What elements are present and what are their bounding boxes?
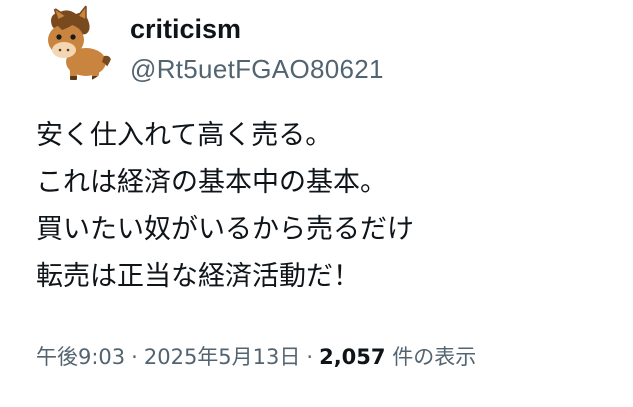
views-label: 件の表示 — [392, 345, 477, 369]
tweet-card: criticism @Rt5uetFGAO80621 安く仕入れて高く売る。 こ… — [0, 0, 633, 407]
tweet-meta: 午後9:03 · 2025年5月13日 · 2,057 件の表示 — [36, 340, 476, 374]
tweet-text: 安く仕入れて高く売る。 これは経済の基本中の基本。 買いたい奴がいるから売るだけ… — [36, 112, 616, 300]
tweet-header: criticism @Rt5uetFGAO80621 — [34, 4, 384, 86]
author-handle[interactable]: @Rt5uetFGAO80621 — [130, 52, 384, 86]
tweet-text-line: 買いたい奴がいるから売るだけ — [36, 214, 414, 245]
horse-avatar-icon — [48, 4, 112, 80]
views-count: 2,057 — [319, 345, 386, 369]
tweet-date[interactable]: 2025年5月13日 — [144, 345, 301, 369]
tweet-text-line: 転売は正当な経済活動だ！ — [36, 261, 360, 292]
tweet-time[interactable]: 午後9:03 — [36, 345, 125, 369]
meta-separator: · — [131, 345, 138, 369]
meta-separator: · — [306, 345, 314, 369]
tweet-text-line: 安く仕入れて高く売る。 — [36, 120, 333, 151]
tweet-text-line: これは経済の基本中の基本。 — [36, 167, 387, 198]
author-names: criticism @Rt5uetFGAO80621 — [130, 12, 384, 86]
author-display-name[interactable]: criticism — [130, 12, 384, 46]
avatar[interactable] — [34, 4, 114, 84]
